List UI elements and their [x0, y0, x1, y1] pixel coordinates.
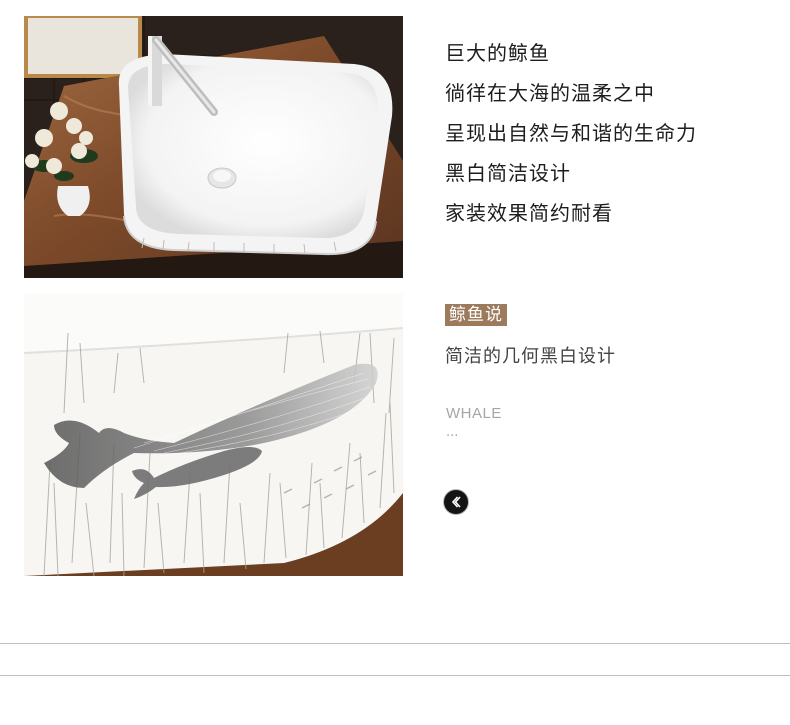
back-button[interactable]	[444, 490, 468, 514]
chevron-left-icon	[451, 496, 461, 508]
english-caption: WHALE	[446, 405, 502, 422]
whale-pattern-photo	[24, 293, 403, 576]
story-subtitle: 简洁的几何黑白设计	[445, 346, 616, 367]
section-divider-bottom	[0, 675, 790, 676]
feature-line-3: 呈现出自然与和谐的生命力	[445, 121, 697, 145]
section-divider-top	[0, 643, 790, 644]
basin-product-photo	[24, 16, 403, 278]
feature-line-4: 黑白简洁设计	[445, 161, 571, 185]
feature-line-5: 家装效果简约耐看	[445, 201, 613, 225]
story-tag: 鲸鱼说	[445, 304, 507, 326]
feature-line-1: 巨大的鲸鱼	[445, 41, 550, 65]
caption-ellipsis: ...	[446, 425, 459, 440]
feature-line-2: 徜徉在大海的温柔之中	[445, 81, 655, 105]
